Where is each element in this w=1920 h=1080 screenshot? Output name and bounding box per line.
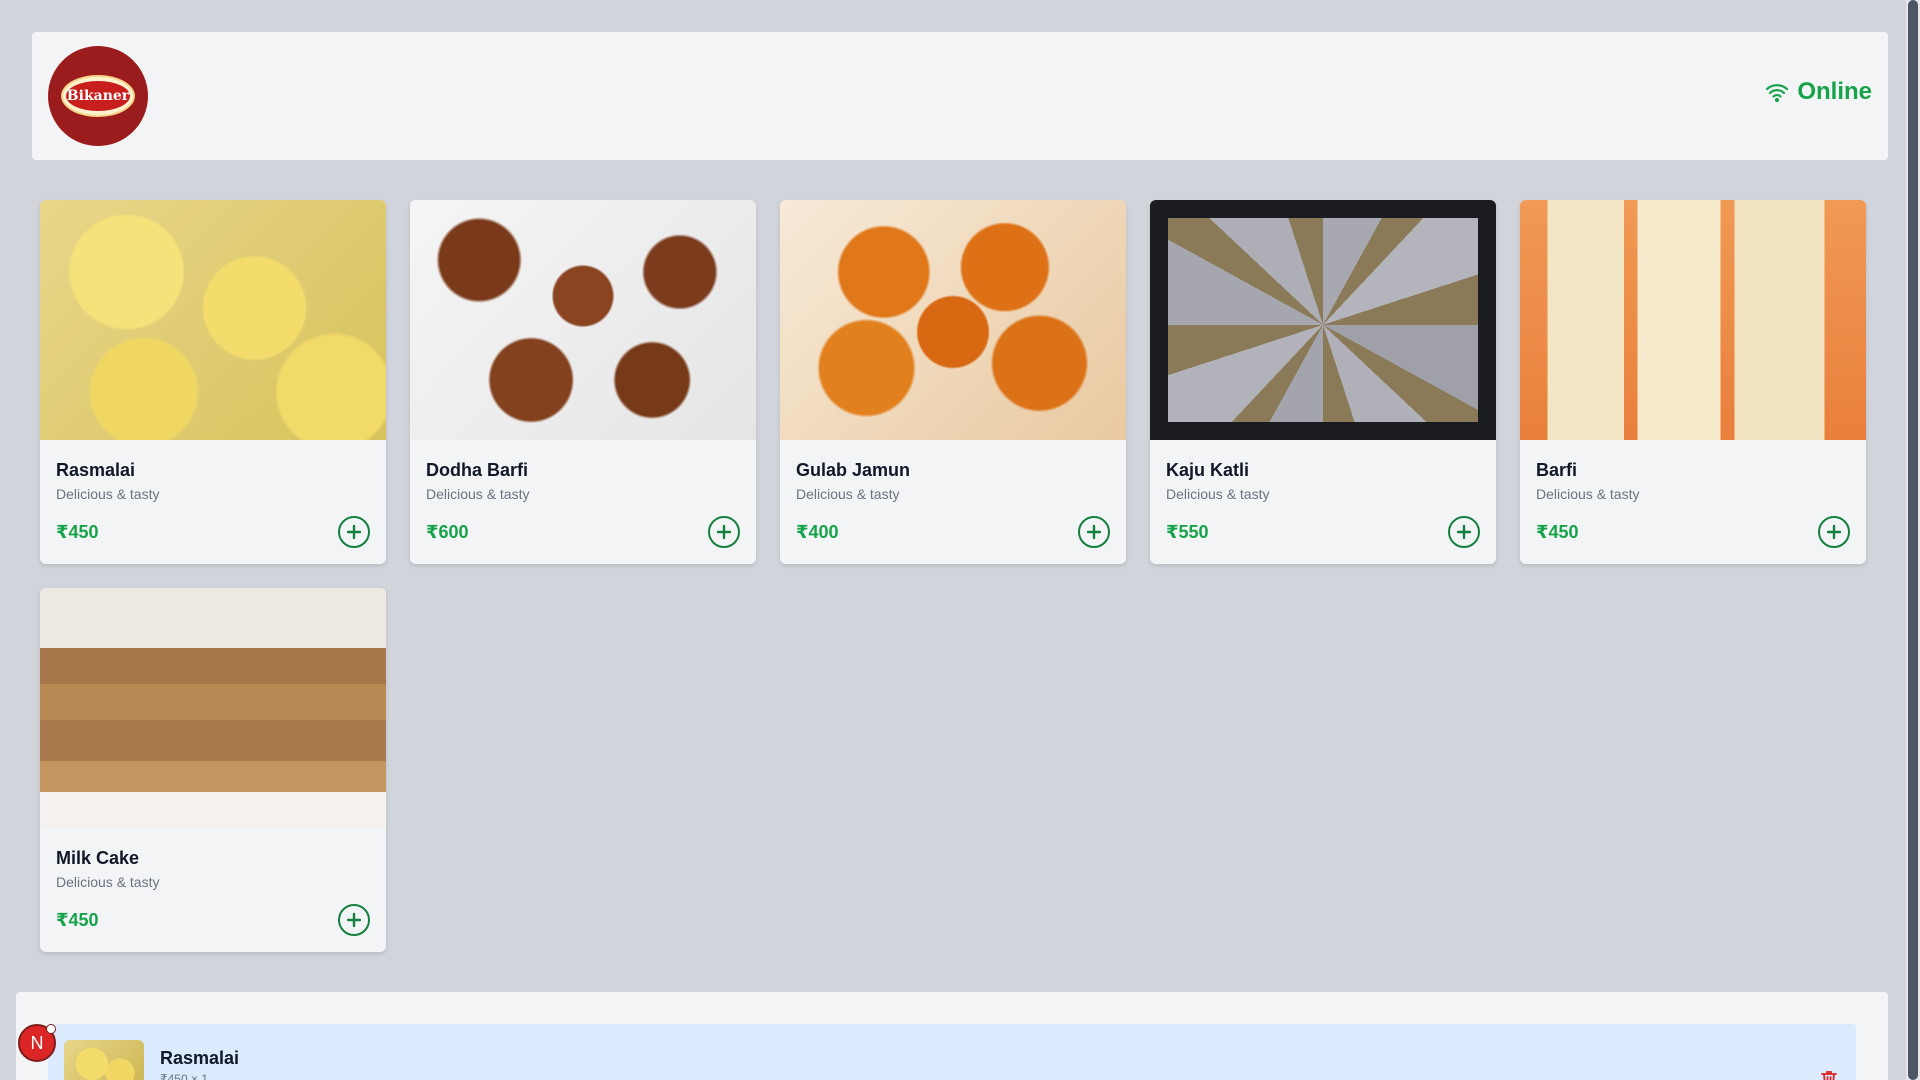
product-description: Delicious & tasty [426, 486, 530, 502]
product-name: Rasmalai [56, 460, 136, 480]
product-card[interactable]: Barfi Delicious & tasty ₹450 [1520, 200, 1866, 564]
plus-icon [1456, 524, 1472, 540]
product-grid: Rasmalai Delicious & tasty ₹450 Dodha Ba… [40, 200, 1866, 952]
remove-item-button[interactable] [1818, 1068, 1840, 1080]
rasmalai-image [40, 200, 386, 440]
product-description: Delicious & tasty [1536, 486, 1640, 502]
product-price: ₹450 [1536, 522, 1579, 542]
wifi-icon [1766, 84, 1789, 103]
header-bar: Bikaner Online [32, 32, 1888, 160]
add-to-cart-button[interactable] [708, 516, 740, 548]
cart-item-name: Rasmalai [160, 1048, 240, 1068]
cart-item: Rasmalai ₹450 × 1 [48, 1024, 1856, 1080]
add-to-cart-button[interactable] [1818, 516, 1850, 548]
product-price: ₹550 [1166, 522, 1209, 542]
user-avatar[interactable]: N [18, 1024, 56, 1062]
add-to-cart-button[interactable] [1448, 516, 1480, 548]
product-card[interactable]: Gulab Jamun Delicious & tasty ₹400 [780, 200, 1126, 564]
product-price: ₹400 [796, 522, 839, 542]
vertical-scrollbar[interactable] [1906, 0, 1920, 1080]
product-name: Barfi [1536, 460, 1578, 480]
status-label: Online [1797, 78, 1872, 105]
product-name: Dodha Barfi [426, 460, 529, 480]
plus-icon [346, 524, 362, 540]
add-to-cart-button[interactable] [338, 904, 370, 936]
product-name: Gulab Jamun [796, 460, 911, 480]
dodha-barfi-image [410, 200, 756, 440]
milk-cake-image [40, 588, 386, 828]
gulab-jamun-image [780, 200, 1126, 440]
product-description: Delicious & tasty [56, 874, 160, 890]
product-card[interactable]: Rasmalai Delicious & tasty ₹450 [40, 200, 386, 564]
product-card[interactable]: Dodha Barfi Delicious & tasty ₹600 [410, 200, 756, 564]
product-name: Milk Cake [56, 848, 140, 868]
scrollbar-thumb[interactable] [1908, 0, 1918, 1080]
product-price: ₹450 [56, 522, 99, 542]
plus-icon [1086, 524, 1102, 540]
connection-status: Online [1765, 78, 1872, 106]
product-description: Delicious & tasty [1166, 486, 1270, 502]
barfi-image [1520, 200, 1866, 440]
avatar-initial: N [30, 1032, 44, 1053]
notification-dot [46, 1024, 56, 1034]
cart-panel: Rasmalai ₹450 × 1 [16, 992, 1888, 1080]
cart-item-thumbnail [64, 1040, 144, 1080]
product-name: Kaju Katli [1166, 460, 1250, 480]
plus-icon [1826, 524, 1842, 540]
bikaner-logo: Bikaner [48, 46, 148, 146]
product-card[interactable]: Milk Cake Delicious & tasty ₹450 [40, 588, 386, 952]
product-description: Delicious & tasty [56, 486, 160, 502]
product-card[interactable]: Kaju Katli Delicious & tasty ₹550 [1150, 200, 1496, 564]
add-to-cart-button[interactable] [1078, 516, 1110, 548]
product-price: ₹600 [426, 522, 469, 542]
add-to-cart-button[interactable] [338, 516, 370, 548]
product-description: Delicious & tasty [796, 486, 900, 502]
cart-item-price-qty: ₹450 × 1 [160, 1072, 209, 1080]
logo-text: Bikaner [66, 81, 130, 111]
plus-icon [346, 912, 362, 928]
trash-icon [1821, 1071, 1837, 1080]
kaju-katli-image [1150, 200, 1496, 440]
product-price: ₹450 [56, 910, 99, 930]
plus-icon [716, 524, 732, 540]
